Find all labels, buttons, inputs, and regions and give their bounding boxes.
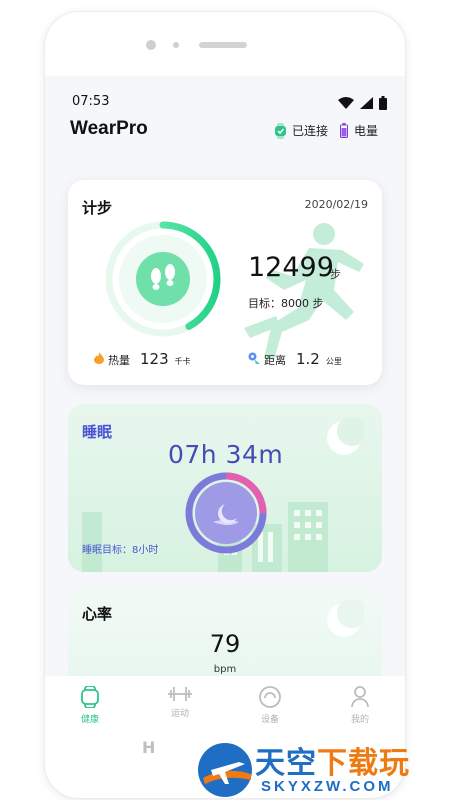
wifi-icon <box>338 97 354 109</box>
proximity-sensor <box>173 42 179 48</box>
watermark-domain: SKYXZW.COM <box>261 778 394 795</box>
bottom-tab-bar: 健康 运动 设备 我的 <box>45 676 405 736</box>
battery-icon <box>379 96 387 110</box>
heart-rate-card[interactable]: 心率 79 bpm <box>68 586 382 676</box>
calories-label: 热量 <box>108 354 130 367</box>
watermark-title: 天空下载玩 <box>255 738 410 782</box>
calories-unit: 千卡 <box>174 357 191 366</box>
steps-card[interactable]: 计步 2020/02/19 12499 步 目标：8000 步 热量 123 千… <box>68 180 382 385</box>
sleep-card[interactable]: 睡眠 07h 34m 睡眠目标：8小时 <box>68 404 382 572</box>
location-pin-icon <box>248 352 260 364</box>
app-screen: 07:53 WearPro 已连接 电量 计步 2020/02/19 12499… <box>45 76 405 676</box>
earpiece-speaker <box>199 42 247 48</box>
heart-rate-unit: bpm <box>213 664 237 675</box>
battery-label: 电量 <box>354 124 379 138</box>
sleep-duration: 07h 34m <box>168 440 284 469</box>
steps-unit: 步 <box>330 268 341 281</box>
flame-icon <box>94 352 104 364</box>
watermark-title-orange: 下载玩 <box>317 747 410 780</box>
sleep-goal: 睡眠目标：8小时 <box>82 545 159 556</box>
battery-status[interactable]: 电量 <box>340 122 378 139</box>
steps-count: 12499 <box>248 252 334 283</box>
home-indicator: H <box>142 738 156 757</box>
steps-title: 计步 <box>82 199 113 217</box>
distance-stat: 距离 1.2 公里 <box>248 350 342 368</box>
device-battery-icon <box>340 123 348 138</box>
runner-silhouette-icon <box>244 223 364 360</box>
signal-icon <box>360 97 373 109</box>
watch-connected-icon <box>275 122 286 139</box>
tab-mine-label: 我的 <box>350 715 369 725</box>
sleep-title: 睡眠 <box>82 423 113 441</box>
tab-sport-label: 运动 <box>170 709 189 719</box>
tab-health[interactable]: 健康 <box>45 676 135 736</box>
tab-mine[interactable]: 我的 <box>315 676 405 736</box>
app-title: WearPro <box>70 118 148 139</box>
heart-rate-title: 心率 <box>82 605 113 623</box>
tab-health-label: 健康 <box>80 715 99 725</box>
phone-frame: 07:53 WearPro 已连接 电量 计步 2020/02/19 12499… <box>45 12 405 798</box>
dumbbell-icon <box>168 687 192 701</box>
steps-date: 2020/02/19 <box>304 198 368 211</box>
front-camera <box>146 40 156 50</box>
watermark-logo: 天空下载玩 SKYXZW.COM <box>195 740 450 800</box>
sleep-ring <box>185 472 267 554</box>
distance-unit: 公里 <box>325 357 342 366</box>
distance-label: 距离 <box>264 354 286 367</box>
calories-value: 123 <box>140 350 169 368</box>
person-icon <box>351 686 369 708</box>
watch-icon <box>81 686 99 708</box>
steps-goal: 目标：8000 步 <box>248 297 324 310</box>
plane-globe-icon <box>198 743 252 797</box>
watermark-title-blue: 天空 <box>255 747 317 780</box>
tab-sport[interactable]: 运动 <box>135 676 225 736</box>
phone-top-bezel <box>45 12 405 76</box>
status-icons <box>338 96 387 110</box>
status-time: 07:53 <box>72 94 110 109</box>
device-icon <box>259 686 281 708</box>
steps-progress-ring <box>105 221 221 337</box>
moon-icon <box>327 418 364 455</box>
heart-rate-value: 79 <box>209 630 241 658</box>
tab-device[interactable]: 设备 <box>225 676 315 736</box>
distance-value: 1.2 <box>296 350 320 368</box>
connected-label: 已连接 <box>292 124 329 138</box>
connection-status[interactable]: 已连接 <box>275 122 328 139</box>
tab-device-label: 设备 <box>260 715 279 725</box>
calories-stat: 热量 123 千卡 <box>94 350 191 368</box>
